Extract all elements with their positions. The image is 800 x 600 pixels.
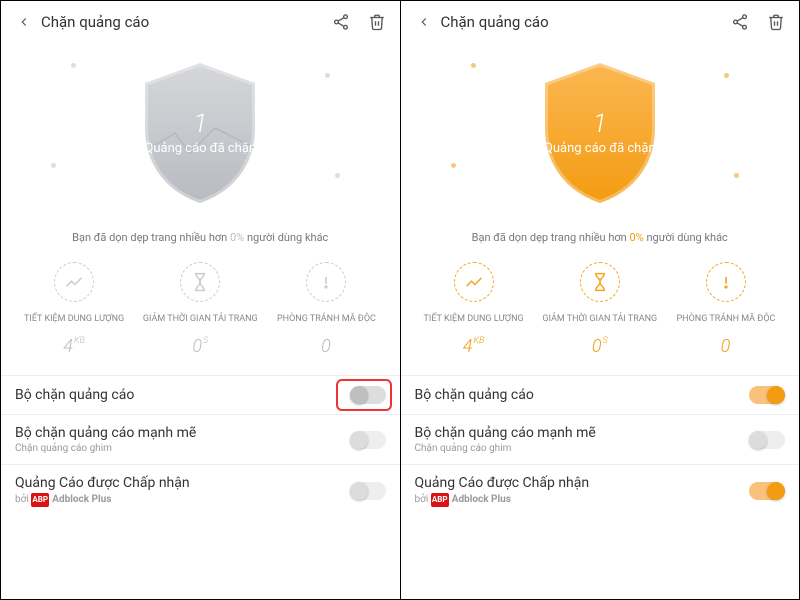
hourglass-icon: [180, 262, 220, 302]
row-acceptable-ads[interactable]: Quảng Cáo được Chấp nhận bởi ABPAdblock …: [1, 464, 400, 517]
settings-list: Bộ chặn quảng cáo Bộ chặn quảng cáo mạnh…: [401, 375, 800, 517]
row-ad-blocker[interactable]: Bộ chặn quảng cáo: [1, 375, 400, 414]
page-title: Chặn quảng cáo: [441, 13, 730, 31]
back-button[interactable]: [413, 11, 435, 33]
hourglass-icon: [580, 262, 620, 302]
toggle-strong-blocker[interactable]: [350, 431, 386, 449]
stat-bandwidth: TIẾT KIỆM DUNG LƯỢNG 4KB: [411, 262, 537, 357]
alert-icon: [706, 262, 746, 302]
alert-icon: [306, 262, 346, 302]
stat-time: GIẢM THỜI GIAN TẢI TRANG 0S: [137, 262, 263, 357]
comparison-text: Bạn đã dọn dẹp trang nhiều hơn 0% người …: [401, 231, 800, 244]
header: Chặn quảng cáo: [1, 1, 400, 43]
comparison-text: Bạn đã dọn dẹp trang nhiều hơn 0% người …: [1, 231, 400, 244]
blocked-label: Quảng cáo đã chặn: [544, 141, 656, 158]
trash-icon[interactable]: [765, 11, 787, 33]
page-title: Chặn quảng cáo: [41, 13, 330, 31]
back-button[interactable]: [13, 11, 35, 33]
row-ad-blocker[interactable]: Bộ chặn quảng cáo: [401, 375, 800, 414]
highlight-box: [336, 379, 392, 411]
blocked-count: 1: [593, 109, 607, 139]
trash-icon[interactable]: [366, 11, 388, 33]
row-strong-blocker[interactable]: Bộ chặn quảng cáo mạnh mẽ Chặn quảng cáo…: [401, 414, 800, 464]
share-icon[interactable]: [330, 11, 352, 33]
stat-bandwidth: TIẾT KIỆM DUNG LƯỢNG 4KB: [11, 262, 137, 357]
chart-line-icon: [54, 262, 94, 302]
right-pane: Chặn quảng cáo 1 Quảng cáo đã chặn Bạn đ…: [401, 1, 800, 599]
stat-malware: PHÒNG TRÁNH MÃ ĐỘC 0: [663, 262, 789, 357]
toggle-strong-blocker[interactable]: [749, 431, 785, 449]
shield-area: 1 Quảng cáo đã chặn: [401, 43, 800, 223]
shield-icon: 1 Quảng cáo đã chặn: [535, 58, 665, 208]
left-pane: Chặn quảng cáo 1 Quảng cáo đã chặn Bạn đ…: [1, 1, 400, 599]
blocked-label: Quảng cáo đã chặn: [144, 141, 256, 158]
settings-list: Bộ chặn quảng cáo Bộ chặn quảng cáo mạnh…: [1, 375, 400, 517]
row-strong-blocker[interactable]: Bộ chặn quảng cáo mạnh mẽ Chặn quảng cáo…: [1, 414, 400, 464]
toggle-acceptable-ads[interactable]: [350, 482, 386, 500]
stat-time: GIẢM THỜI GIAN TẢI TRANG 0S: [537, 262, 663, 357]
toggle-ad-blocker[interactable]: [749, 386, 785, 404]
blocked-count: 1: [193, 109, 207, 139]
share-icon[interactable]: [729, 11, 751, 33]
shield-area: 1 Quảng cáo đã chặn: [1, 43, 400, 223]
stats-row: TIẾT KIỆM DUNG LƯỢNG 4KB GIẢM THỜI GIAN …: [401, 262, 800, 357]
row-acceptable-ads[interactable]: Quảng Cáo được Chấp nhận bởi ABPAdblock …: [401, 464, 800, 517]
header: Chặn quảng cáo: [401, 1, 800, 43]
toggle-acceptable-ads[interactable]: [749, 482, 785, 500]
shield-icon: 1 Quảng cáo đã chặn: [135, 58, 265, 208]
stat-malware: PHÒNG TRÁNH MÃ ĐỘC 0: [263, 262, 389, 357]
stats-row: TIẾT KIỆM DUNG LƯỢNG 4KB GIẢM THỜI GIAN …: [1, 262, 400, 357]
chart-line-icon: [454, 262, 494, 302]
